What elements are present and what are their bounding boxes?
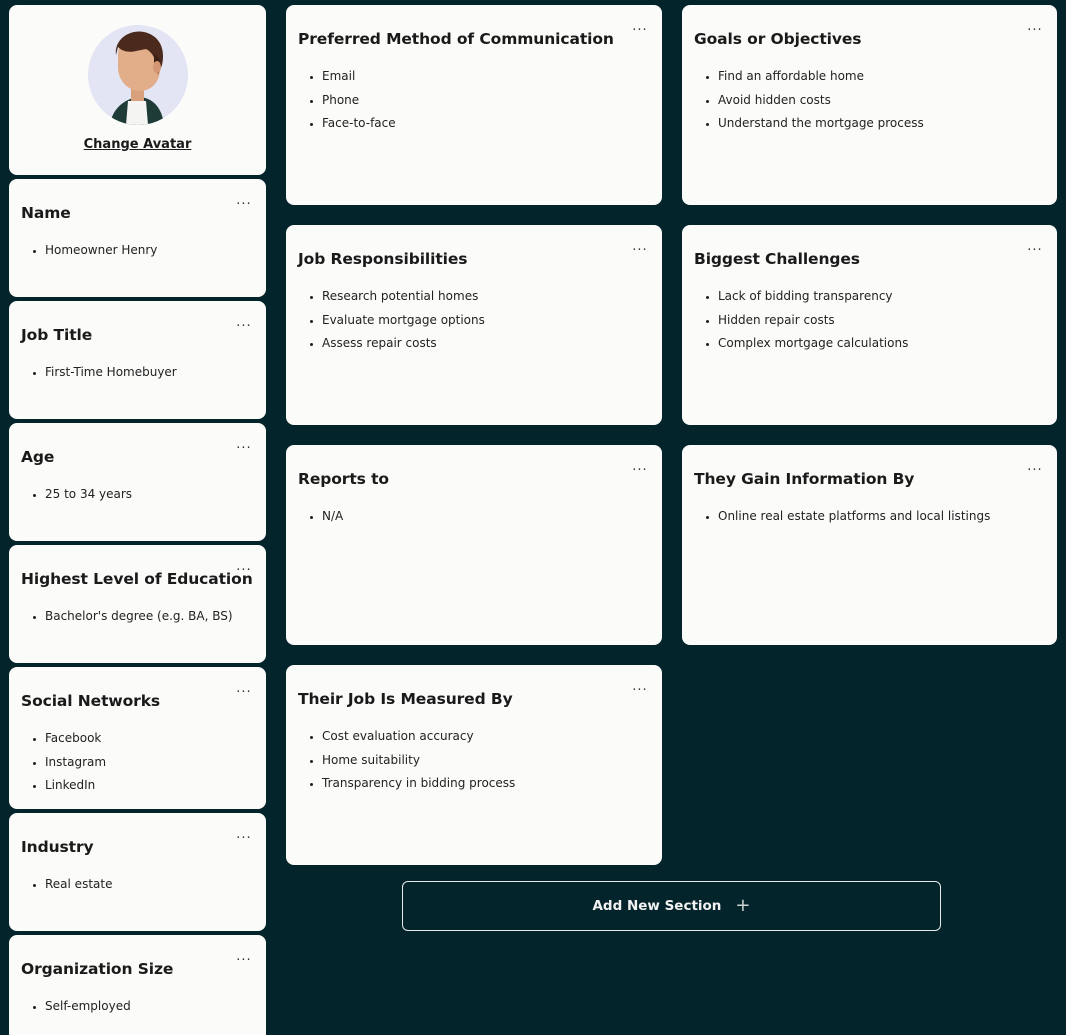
more-options-icon[interactable]: ···	[1023, 464, 1047, 482]
more-options-icon[interactable]: ···	[232, 564, 256, 582]
card-title: Reports to	[298, 470, 389, 488]
list-item: Email	[322, 65, 396, 89]
list-item: LinkedIn	[45, 774, 106, 798]
person-illustration-icon	[110, 31, 164, 125]
goals-card: Goals or Objectives ··· Find an affordab…	[682, 5, 1057, 205]
reports-to-card: Reports to ··· N/A	[286, 445, 662, 645]
card-title: They Gain Information By	[694, 470, 915, 488]
more-options-icon[interactable]: ···	[232, 686, 256, 704]
card-list: Email Phone Face-to-face	[298, 65, 396, 136]
organization-size-card: Organization Size ··· Self-employed	[9, 935, 266, 1035]
list-item: Online real estate platforms and local l…	[718, 505, 990, 529]
social-networks-card: Social Networks ··· Facebook Instagram L…	[9, 667, 266, 809]
list-item: Find an affordable home	[718, 65, 924, 89]
card-title: Preferred Method of Communication	[298, 30, 614, 48]
list-item: Complex mortgage calculations	[718, 332, 908, 356]
list-item: 25 to 34 years	[45, 483, 132, 507]
card-title: Social Networks	[21, 692, 161, 710]
card-list: Research potential homes Evaluate mortga…	[298, 285, 485, 356]
job-responsibilities-card: Job Responsibilities ··· Research potent…	[286, 225, 662, 425]
list-item: Assess repair costs	[322, 332, 485, 356]
card-title: Age	[21, 448, 55, 466]
age-card: Age ··· 25 to 34 years	[9, 423, 266, 541]
card-list: Self-employed	[21, 995, 131, 1019]
list-item: Facebook	[45, 727, 106, 751]
more-options-icon[interactable]: ···	[628, 464, 652, 482]
list-item: Bachelor's degree (e.g. BA, BS)	[45, 605, 233, 629]
card-title: Their Job Is Measured By	[298, 690, 513, 708]
card-list: Cost evaluation accuracy Home suitabilit…	[298, 725, 515, 796]
card-list: Facebook Instagram LinkedIn	[21, 727, 106, 798]
list-item: Avoid hidden costs	[718, 89, 924, 113]
card-title: Biggest Challenges	[694, 250, 860, 268]
card-list: 25 to 34 years	[21, 483, 132, 507]
card-title: Goals or Objectives	[694, 30, 862, 48]
card-list: First-Time Homebuyer	[21, 361, 177, 385]
add-new-section-label: Add New Section	[592, 898, 722, 914]
add-new-section-button[interactable]: Add New Section +	[402, 881, 941, 931]
card-title: Organization Size	[21, 960, 174, 978]
card-list: N/A	[298, 505, 343, 529]
change-avatar-link[interactable]: Change Avatar	[9, 137, 266, 152]
more-options-icon[interactable]: ···	[232, 832, 256, 850]
list-item: Instagram	[45, 751, 106, 775]
card-title: Job Title	[21, 326, 93, 344]
job-title-card: Job Title ··· First-Time Homebuyer	[9, 301, 266, 419]
more-options-icon[interactable]: ···	[1023, 244, 1047, 262]
job-measured-by-card: Their Job Is Measured By ··· Cost evalua…	[286, 665, 662, 865]
list-item: Evaluate mortgage options	[322, 309, 485, 333]
card-title: Job Responsibilities	[298, 250, 468, 268]
more-options-icon[interactable]: ···	[232, 954, 256, 972]
challenges-card: Biggest Challenges ··· Lack of bidding t…	[682, 225, 1057, 425]
more-options-icon[interactable]: ···	[232, 442, 256, 460]
list-item: Face-to-face	[322, 112, 396, 136]
list-item: Research potential homes	[322, 285, 485, 309]
list-item: Transparency in bidding process	[322, 772, 515, 796]
card-title: Name	[21, 204, 71, 222]
more-options-icon[interactable]: ···	[628, 244, 652, 262]
list-item: Self-employed	[45, 995, 131, 1019]
card-list: Homeowner Henry	[21, 239, 157, 263]
more-options-icon[interactable]: ···	[628, 684, 652, 702]
name-card: Name ··· Homeowner Henry	[9, 179, 266, 297]
list-item: First-Time Homebuyer	[45, 361, 177, 385]
list-item: Home suitability	[322, 749, 515, 773]
card-title: Highest Level of Education	[21, 570, 253, 588]
list-item: Real estate	[45, 873, 112, 897]
list-item: Lack of bidding transparency	[718, 285, 908, 309]
card-list: Lack of bidding transparency Hidden repa…	[694, 285, 908, 356]
more-options-icon[interactable]: ···	[232, 320, 256, 338]
plus-icon: +	[735, 895, 751, 916]
list-item: Phone	[322, 89, 396, 113]
more-options-icon[interactable]: ···	[1023, 24, 1047, 42]
avatar[interactable]	[88, 25, 188, 125]
card-list: Find an affordable home Avoid hidden cos…	[694, 65, 924, 136]
information-sources-card: They Gain Information By ··· Online real…	[682, 445, 1057, 645]
card-list: Real estate	[21, 873, 112, 897]
industry-card: Industry ··· Real estate	[9, 813, 266, 931]
list-item: N/A	[322, 505, 343, 529]
card-list: Bachelor's degree (e.g. BA, BS)	[21, 605, 233, 629]
education-card: Highest Level of Education ··· Bachelor'…	[9, 545, 266, 663]
list-item: Cost evaluation accuracy	[322, 725, 515, 749]
more-options-icon[interactable]: ···	[628, 24, 652, 42]
avatar-card: Change Avatar	[9, 5, 266, 175]
card-title: Industry	[21, 838, 94, 856]
list-item: Hidden repair costs	[718, 309, 908, 333]
more-options-icon[interactable]: ···	[232, 198, 256, 216]
list-item: Homeowner Henry	[45, 239, 157, 263]
card-list: Online real estate platforms and local l…	[694, 505, 990, 529]
communication-card: Preferred Method of Communication ··· Em…	[286, 5, 662, 205]
list-item: Understand the mortgage process	[718, 112, 924, 136]
